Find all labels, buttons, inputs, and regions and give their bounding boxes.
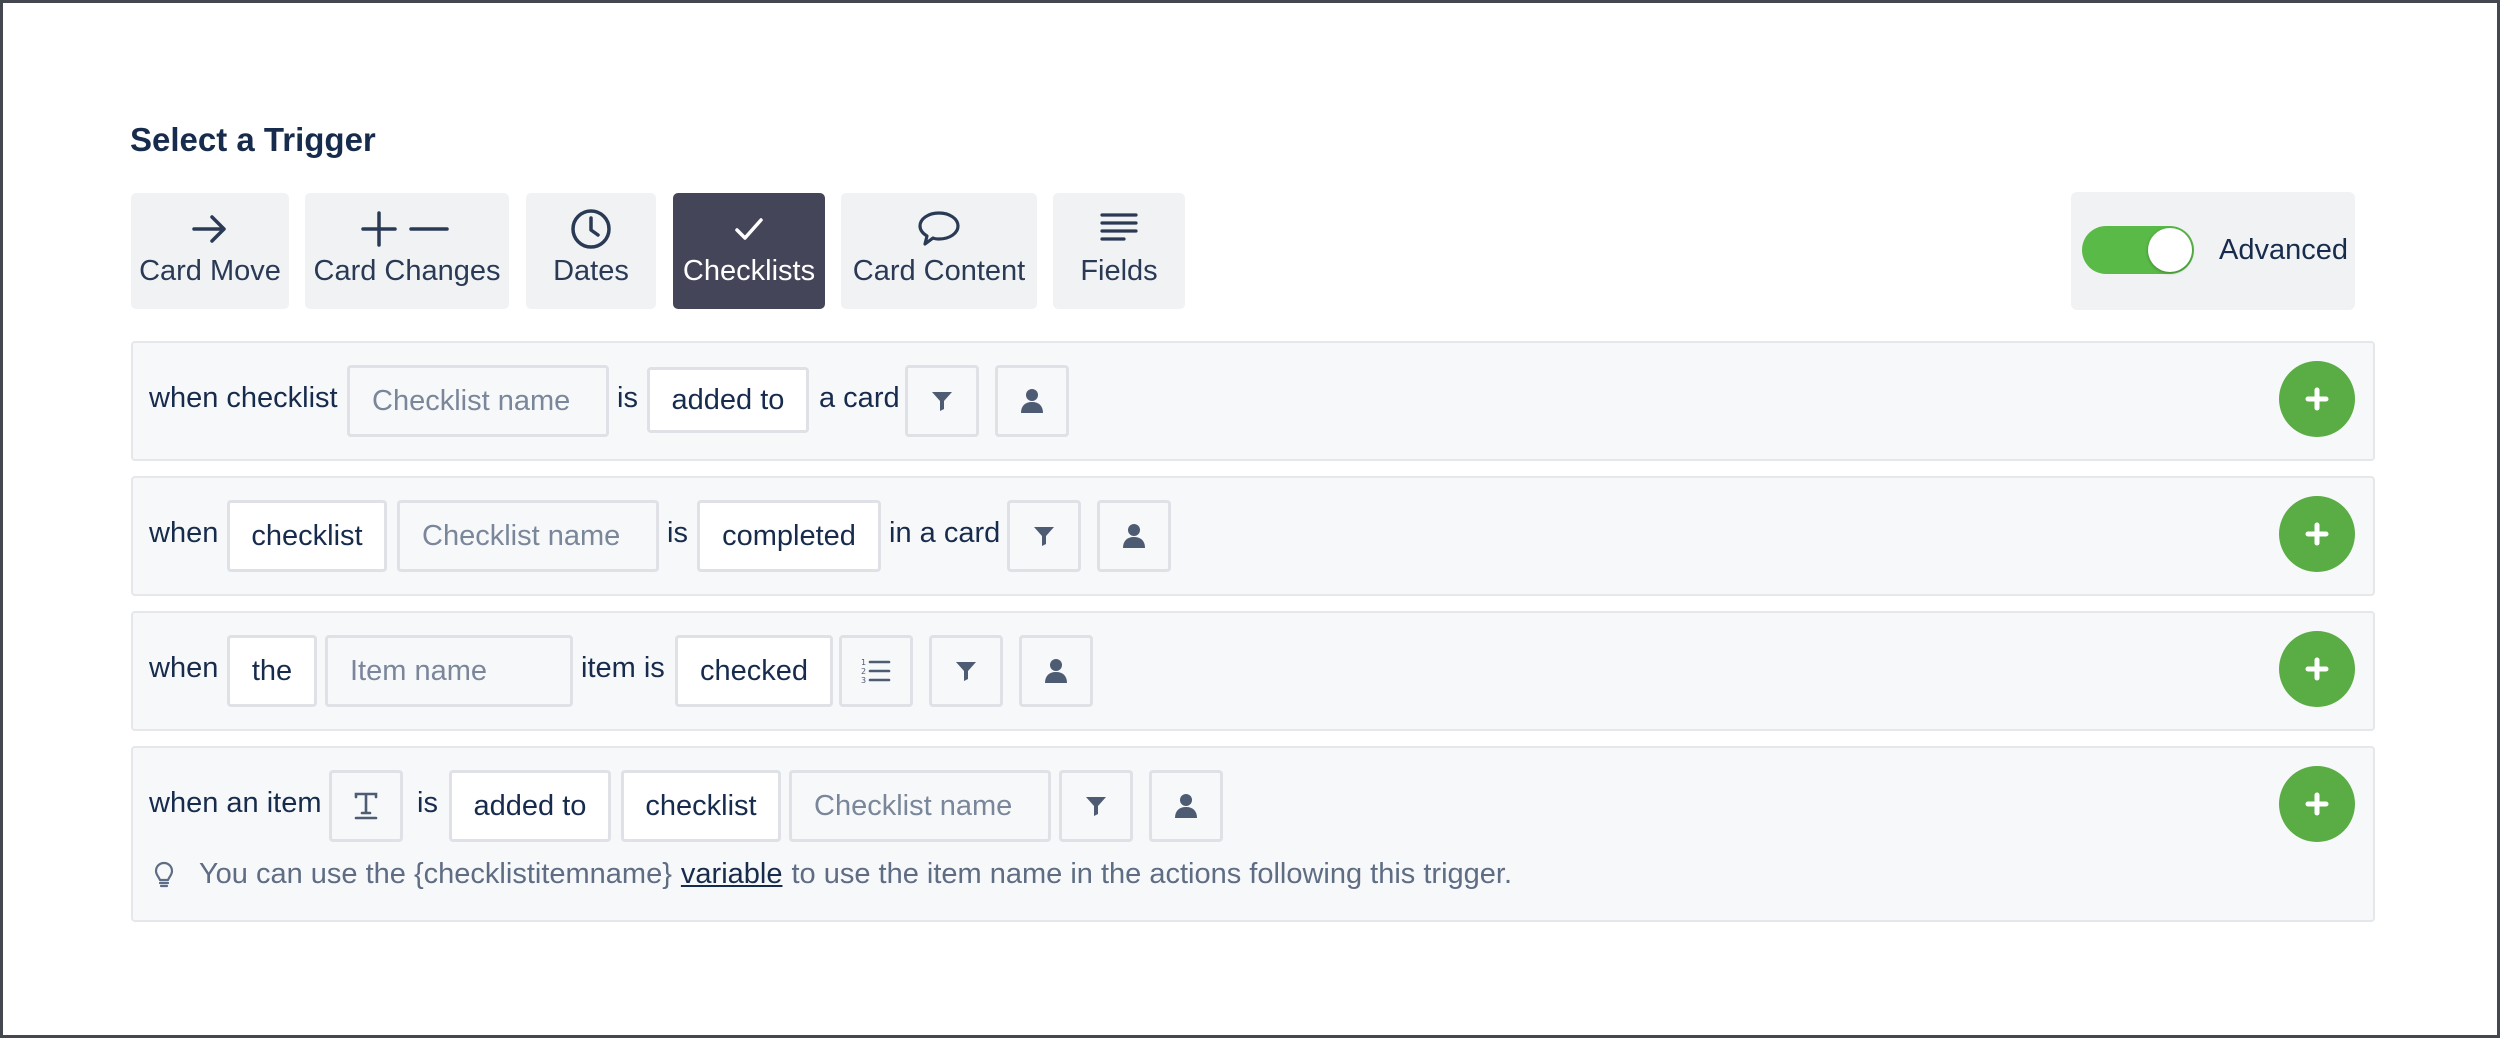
svg-text:2: 2 bbox=[861, 667, 866, 676]
check-icon bbox=[729, 205, 769, 253]
tab-card-content[interactable]: Card Content bbox=[841, 193, 1037, 309]
row-text: is bbox=[667, 516, 688, 549]
lines-icon bbox=[1098, 205, 1140, 253]
row-text: item is bbox=[581, 651, 665, 684]
row-text: is bbox=[617, 381, 638, 414]
variable-tip: You can use the {checklistitemname} vari… bbox=[153, 858, 1512, 891]
text-format-icon bbox=[354, 792, 378, 820]
trigger-row-checklist-completed: when checklist Checklist name is complet… bbox=[131, 476, 2375, 596]
plus-icon bbox=[2305, 387, 2329, 411]
tip-text-before: You can use the {checklistitemname} bbox=[199, 858, 672, 890]
row-text: when bbox=[149, 651, 219, 684]
checklist-type-select[interactable]: checklist bbox=[621, 770, 781, 842]
row-text: in a card bbox=[889, 516, 1001, 549]
checklist-items-button[interactable]: 123 bbox=[839, 635, 913, 707]
tab-label: Dates bbox=[553, 255, 629, 287]
action-select[interactable]: completed bbox=[697, 500, 881, 572]
variable-link[interactable]: variable bbox=[681, 858, 783, 891]
filter-icon bbox=[932, 392, 952, 411]
row-text: when checklist bbox=[149, 381, 338, 414]
person-icon bbox=[1123, 524, 1145, 548]
svg-text:1: 1 bbox=[861, 658, 866, 667]
item-name-input[interactable]: Item name bbox=[325, 635, 573, 707]
row-text: a card bbox=[819, 381, 900, 414]
add-trigger-button[interactable] bbox=[2279, 361, 2355, 437]
trigger-row-item-added: when an item is added to checklist Check… bbox=[131, 746, 2375, 922]
person-icon bbox=[1021, 389, 1043, 413]
advanced-toggle-panel: Advanced bbox=[2071, 192, 2355, 310]
tab-label: Fields bbox=[1080, 255, 1158, 287]
member-button[interactable] bbox=[1149, 770, 1223, 842]
add-trigger-button[interactable] bbox=[2279, 631, 2355, 707]
plus-minus-icon bbox=[359, 205, 455, 253]
tab-label: Card Move bbox=[139, 255, 281, 287]
svg-text:3: 3 bbox=[861, 676, 866, 685]
lightbulb-icon bbox=[154, 861, 174, 887]
filter-button[interactable] bbox=[929, 635, 1003, 707]
filter-button[interactable] bbox=[1007, 500, 1081, 572]
filter-icon bbox=[1034, 527, 1054, 546]
speech-bubble-icon bbox=[916, 205, 962, 253]
advanced-toggle[interactable] bbox=[2082, 226, 2194, 274]
row-text: is bbox=[417, 786, 438, 819]
row-text: when an item bbox=[149, 786, 322, 819]
action-select[interactable]: checked bbox=[675, 635, 833, 707]
checklist-type-select[interactable]: checklist bbox=[227, 500, 387, 572]
filter-button[interactable] bbox=[905, 365, 979, 437]
member-button[interactable] bbox=[1097, 500, 1171, 572]
checklist-name-input[interactable]: Checklist name bbox=[347, 365, 609, 437]
plus-icon bbox=[2305, 657, 2329, 681]
person-icon bbox=[1045, 659, 1067, 683]
add-trigger-button[interactable] bbox=[2279, 496, 2355, 572]
trigger-row-item-checked: when the Item name item is checked 123 bbox=[131, 611, 2375, 731]
tab-checklists[interactable]: Checklists bbox=[673, 193, 825, 309]
tab-card-changes[interactable]: Card Changes bbox=[305, 193, 509, 309]
member-button[interactable] bbox=[995, 365, 1069, 437]
tab-label: Card Changes bbox=[313, 255, 501, 287]
member-button[interactable] bbox=[1019, 635, 1093, 707]
trigger-row-checklist-added: when checklist Checklist name is added t… bbox=[131, 341, 2375, 461]
numbered-list-icon: 123 bbox=[861, 658, 891, 685]
item-text-button[interactable] bbox=[329, 770, 403, 842]
arrow-right-icon bbox=[188, 205, 232, 253]
checklist-name-input[interactable]: Checklist name bbox=[397, 500, 659, 572]
plus-icon bbox=[2305, 522, 2329, 546]
checklist-name-input[interactable]: Checklist name bbox=[789, 770, 1051, 842]
page-title: Select a Trigger bbox=[130, 121, 376, 158]
action-select[interactable]: added to bbox=[449, 770, 611, 842]
advanced-label: Advanced bbox=[2219, 234, 2348, 266]
tip-text-after: to use the item name in the actions foll… bbox=[791, 858, 1513, 890]
add-trigger-button[interactable] bbox=[2279, 766, 2355, 842]
filter-icon bbox=[956, 662, 976, 681]
article-select[interactable]: the bbox=[227, 635, 317, 707]
row-text: when bbox=[149, 516, 219, 549]
plus-icon bbox=[2305, 792, 2329, 816]
filter-button[interactable] bbox=[1059, 770, 1133, 842]
tab-card-move[interactable]: Card Move bbox=[131, 193, 289, 309]
clock-icon bbox=[568, 205, 614, 253]
tab-fields[interactable]: Fields bbox=[1053, 193, 1185, 309]
toggle-knob bbox=[2148, 228, 2192, 272]
tab-label: Checklists bbox=[682, 255, 816, 287]
action-select[interactable]: added to bbox=[647, 367, 809, 433]
tab-dates[interactable]: Dates bbox=[526, 193, 656, 309]
filter-icon bbox=[1086, 797, 1106, 816]
tab-label: Card Content bbox=[852, 255, 1026, 287]
person-icon bbox=[1175, 794, 1197, 818]
app-frame: Select a Trigger Card Move Card Changes … bbox=[0, 0, 2500, 1038]
